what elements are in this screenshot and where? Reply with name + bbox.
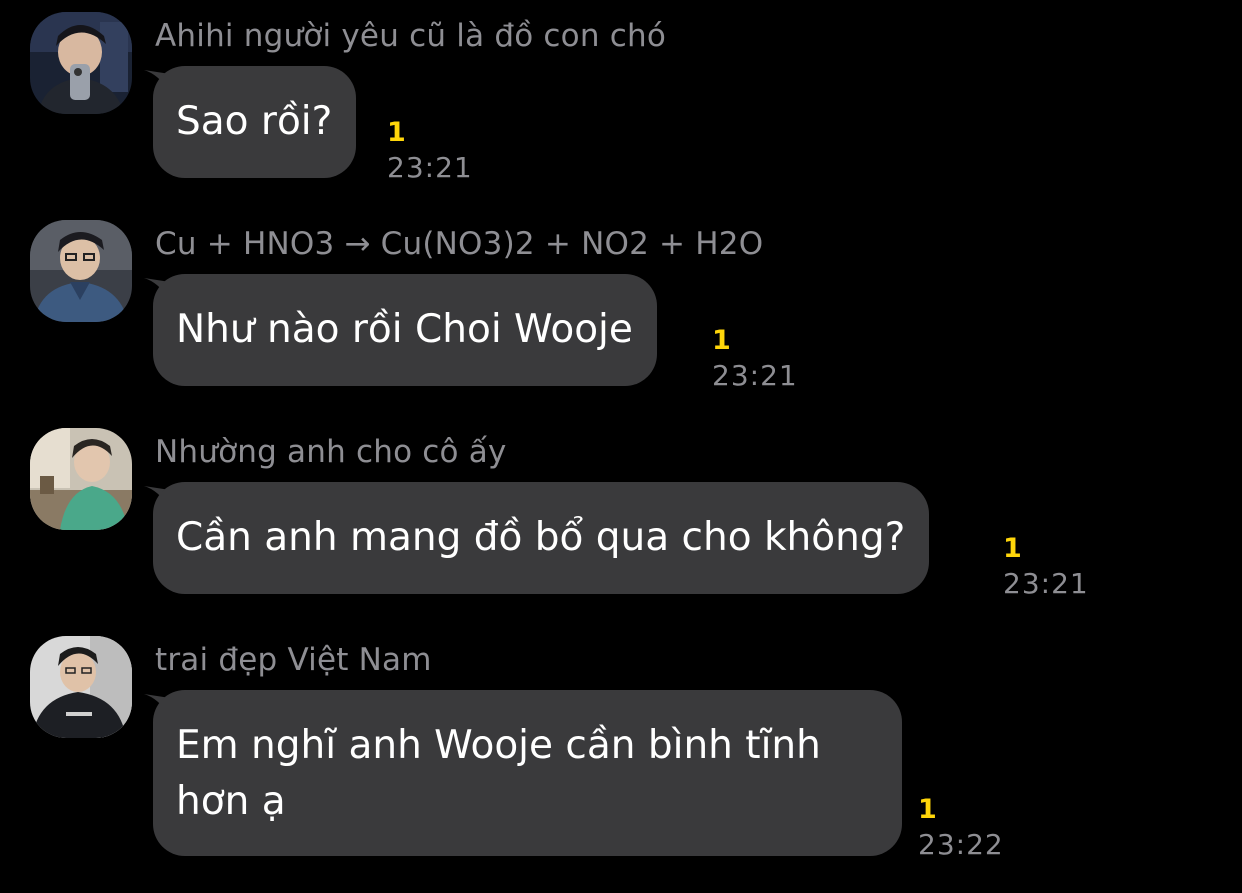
avatar[interactable] [30, 636, 132, 738]
avatar-photo-icon [30, 636, 132, 738]
sender-name: trai đẹp Việt Nam [155, 642, 432, 678]
message-bubble[interactable]: Như nào rồi Choi Wooje [153, 274, 657, 386]
message-time: 23:21 [1003, 567, 1089, 600]
unread-count: 1 [918, 794, 937, 825]
avatar[interactable] [30, 220, 132, 322]
sender-name: Ahihi người yêu cũ là đồ con chó [155, 18, 666, 54]
unread-count: 1 [1003, 533, 1022, 564]
message-time: 23:21 [712, 359, 798, 392]
message-time: 23:22 [918, 828, 1004, 861]
sender-name: Nhường anh cho cô ấy [155, 434, 507, 470]
sender-name: Cu + HNO3 → Cu(NO3)2 + NO2 + H2O [155, 226, 764, 262]
avatar-photo-icon [30, 220, 132, 322]
avatar[interactable] [30, 12, 132, 114]
message-bubble[interactable]: Em nghĩ anh Wooje cần bình tĩnh hơn ạ [153, 690, 902, 856]
chat-thread[interactable]: Ahihi người yêu cũ là đồ con chó Sao rồi… [0, 0, 1242, 893]
avatar[interactable] [30, 428, 132, 530]
message-bubble[interactable]: Sao rồi? [153, 66, 357, 178]
message-bubble[interactable]: Cần anh mang đồ bổ qua cho không? [153, 482, 930, 594]
unread-count: 1 [712, 325, 731, 356]
avatar-photo-icon [30, 12, 132, 114]
unread-count: 1 [387, 117, 406, 148]
avatar-photo-icon [30, 428, 132, 530]
message-time: 23:21 [387, 151, 473, 184]
